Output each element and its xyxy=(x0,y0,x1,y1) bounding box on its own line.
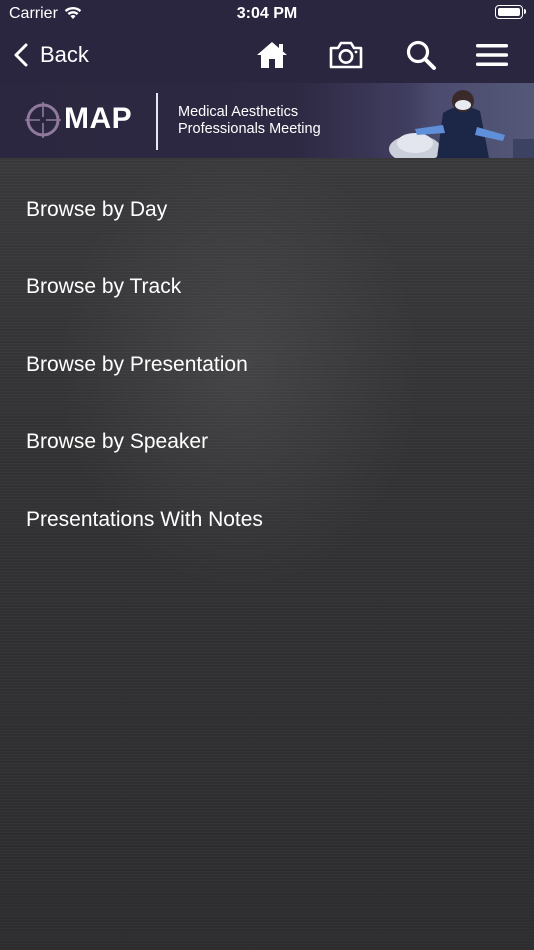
status-bar: Carrier 3:04 PM xyxy=(0,0,534,28)
chevron-left-icon xyxy=(14,43,28,67)
battery-icon xyxy=(495,5,526,19)
back-button[interactable]: Back xyxy=(14,38,89,72)
clock: 3:04 PM xyxy=(236,5,298,22)
search-icon xyxy=(406,40,436,70)
menu-item-presentations-with-notes[interactable]: Presentations With Notes xyxy=(26,508,263,532)
home-button[interactable] xyxy=(254,37,290,73)
menu-item-browse-by-day[interactable]: Browse by Day xyxy=(26,198,167,222)
banner-photo xyxy=(385,83,534,158)
top-bar: Carrier 3:04 PM Back xyxy=(0,0,534,83)
logo-divider xyxy=(156,93,158,150)
search-button[interactable] xyxy=(403,37,439,73)
camera-icon xyxy=(329,41,363,69)
compass-logo-icon xyxy=(25,102,61,138)
tagline-line-1: Medical Aesthetics xyxy=(178,104,299,120)
camera-button[interactable] xyxy=(328,37,364,73)
tagline-line-2: Professionals Meeting xyxy=(178,121,321,137)
home-icon xyxy=(257,42,287,68)
menu-item-browse-by-track[interactable]: Browse by Track xyxy=(26,275,181,299)
menu-item-browse-by-speaker[interactable]: Browse by Speaker xyxy=(26,430,208,454)
app-screen: Carrier 3:04 PM Back MAP Medical Aesthet… xyxy=(0,0,534,950)
browse-menu: Browse by Day Browse by Track Browse by … xyxy=(0,158,534,950)
menu-item-browse-by-presentation[interactable]: Browse by Presentation xyxy=(26,353,248,377)
event-tagline: Medical Aesthetics Professionals Meeting xyxy=(178,104,321,138)
event-banner: MAP Medical Aesthetics Professionals Mee… xyxy=(0,83,534,158)
menu-button[interactable] xyxy=(474,37,510,73)
menu-icon xyxy=(476,44,508,66)
back-label: Back xyxy=(40,42,89,67)
logo-text: MAP xyxy=(64,102,133,135)
